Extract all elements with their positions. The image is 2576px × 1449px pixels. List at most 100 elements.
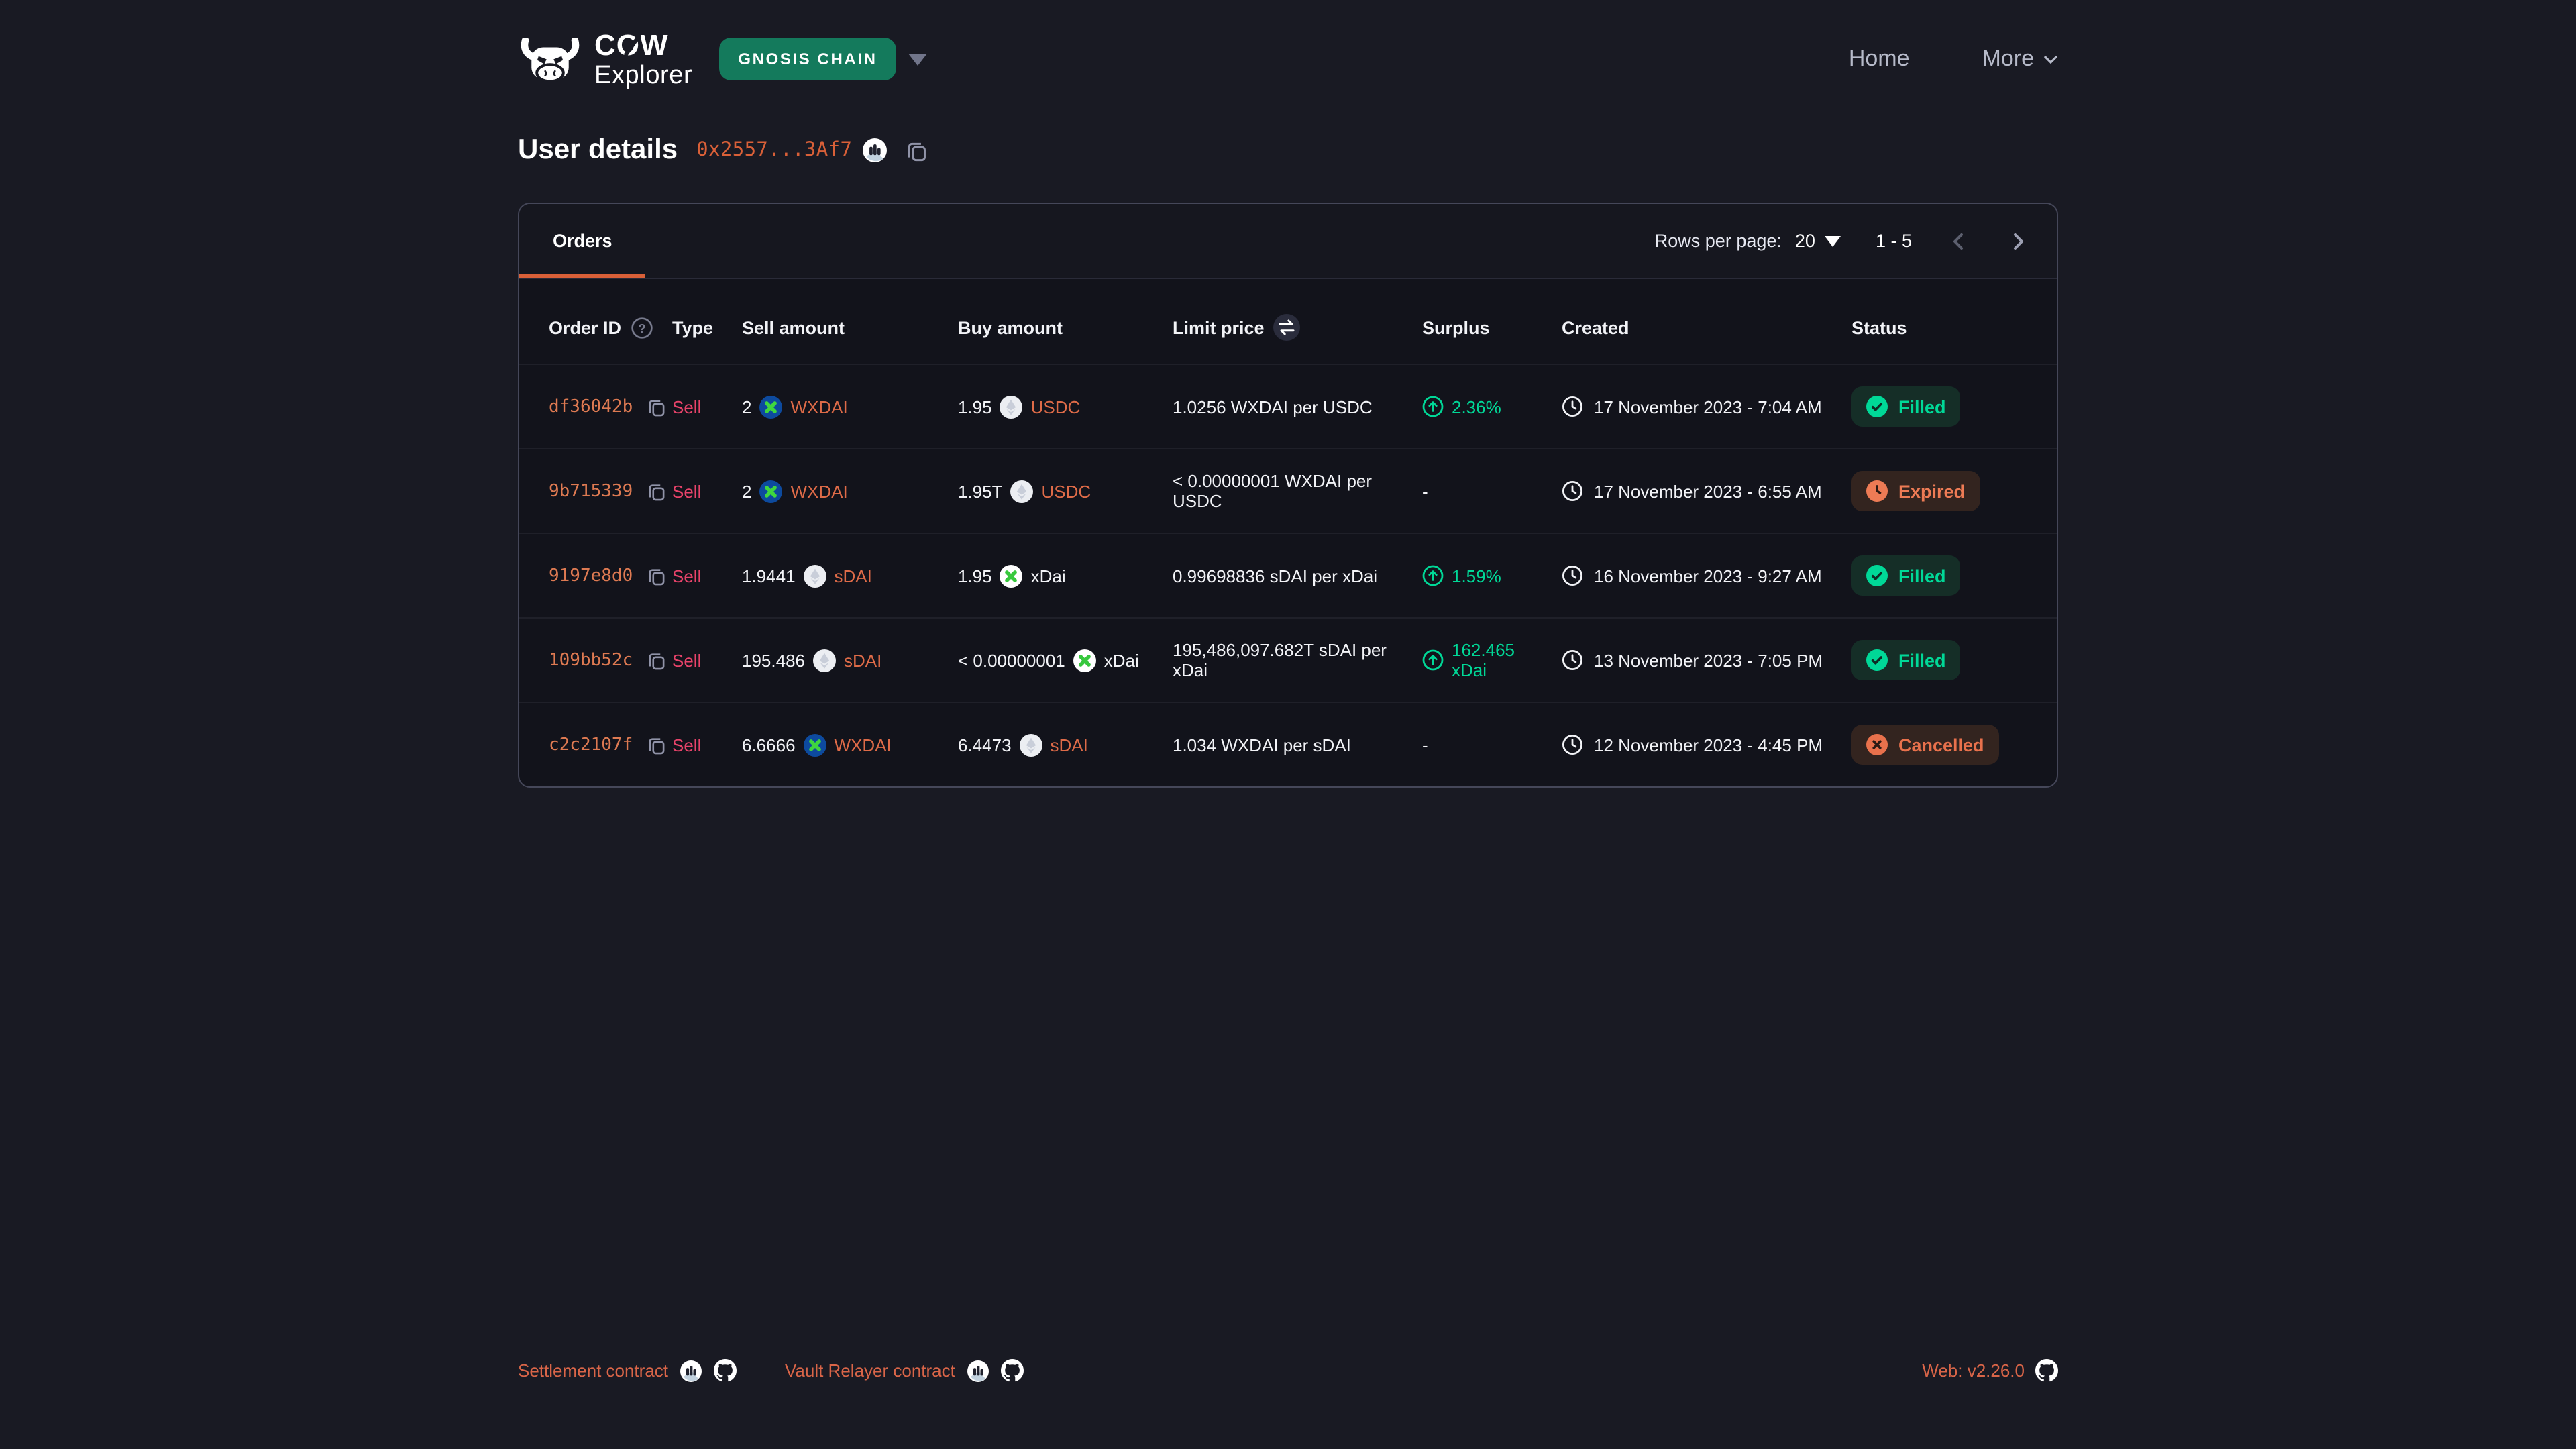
brand-logo[interactable]: COW Explorer xyxy=(518,30,692,88)
github-icon[interactable] xyxy=(1001,1359,1024,1382)
help-icon[interactable]: ? xyxy=(631,316,653,339)
user-address[interactable]: 0x2557...3Af7 xyxy=(696,140,852,161)
buy-amount: 6.4473 xyxy=(958,735,1012,755)
next-page-button[interactable] xyxy=(2006,229,2030,253)
svg-text:?: ? xyxy=(638,321,646,335)
chevron-down-icon xyxy=(908,53,927,65)
nav-home[interactable]: Home xyxy=(1849,46,1910,72)
generic-token-icon xyxy=(1020,733,1042,756)
wxdai-token-icon xyxy=(804,733,826,756)
buy-token-link[interactable]: sDAI xyxy=(1051,735,1088,755)
xdai-token-icon xyxy=(1000,564,1023,587)
filled-check-icon xyxy=(1866,565,1888,586)
created-date: 16 November 2023 - 9:27 AM xyxy=(1594,566,1822,586)
previous-page-button[interactable] xyxy=(1947,229,1971,253)
footer: Settlement contract Vault Relayer contra… xyxy=(0,1359,2576,1449)
generic-token-icon xyxy=(804,564,826,587)
rows-per-page-label: Rows per page: xyxy=(1655,231,1782,251)
clock-icon xyxy=(1562,734,1583,755)
sell-amount: 1.9441 xyxy=(742,566,796,586)
xdai-token-icon xyxy=(1073,649,1096,672)
sell-token-link[interactable]: WXDAI xyxy=(790,396,847,417)
created-date: 17 November 2023 - 6:55 AM xyxy=(1594,481,1822,501)
limit-price: 0.99698836 sDAI per xDai xyxy=(1173,566,1377,586)
sell-token-link[interactable]: WXDAI xyxy=(790,481,847,501)
github-icon[interactable] xyxy=(714,1359,737,1382)
buy-amount: < 0.00000001 xyxy=(958,650,1065,670)
expired-clock-icon xyxy=(1866,480,1888,502)
table-row[interactable]: c2c2107f Sell 6.6666 WXDAI 6.4473 sDAI 1… xyxy=(519,702,2057,786)
cow-explorer-app: COW Explorer GNOSIS CHAIN Home More User… xyxy=(0,0,2576,1449)
settlement-contract-link[interactable]: Settlement contract xyxy=(518,1360,668,1381)
surplus-value: - xyxy=(1422,735,1428,755)
copy-icon[interactable] xyxy=(646,650,666,670)
tab-orders[interactable]: Orders xyxy=(519,204,646,278)
col-created: Created xyxy=(1562,279,1851,364)
status-badge: Expired xyxy=(1851,471,1980,511)
cancelled-x-icon xyxy=(1866,734,1888,755)
table-row[interactable]: 9197e8d0 Sell 1.9441 sDAI 1.95 xDai 0.99… xyxy=(519,533,2057,618)
clock-icon xyxy=(1562,480,1583,502)
table-row[interactable]: df36042b Sell 2 WXDAI 1.95 USDC 1.0256 W… xyxy=(519,364,2057,449)
clock-icon xyxy=(1562,396,1583,417)
surplus-value: - xyxy=(1422,481,1428,501)
table-row[interactable]: 9b715339 Sell 2 WXDAI 1.95T USDC < 0.000… xyxy=(519,449,2057,533)
buy-token-label: xDai xyxy=(1104,650,1139,670)
col-type: Type xyxy=(672,279,742,364)
order-type: Sell xyxy=(672,481,701,501)
clock-icon xyxy=(1562,649,1583,671)
order-id-link[interactable]: c2c2107f xyxy=(549,735,633,755)
col-surplus: Surplus xyxy=(1422,279,1562,364)
surplus-value: 162.465 xDai xyxy=(1452,640,1546,680)
wxdai-token-icon xyxy=(759,395,782,418)
nav-more[interactable]: More xyxy=(1982,46,2058,72)
chain-selector[interactable]: GNOSIS CHAIN xyxy=(719,38,926,80)
surplus-up-icon xyxy=(1422,649,1444,671)
copy-address-icon[interactable] xyxy=(906,139,928,162)
chain-selector-label: GNOSIS CHAIN xyxy=(719,38,896,80)
created-date: 17 November 2023 - 7:04 AM xyxy=(1594,396,1822,417)
vault-relayer-contract-link[interactable]: Vault Relayer contract xyxy=(785,1360,955,1381)
sell-token-link[interactable]: sDAI xyxy=(844,650,881,670)
limit-price: 195,486,097.682T sDAI per xDai xyxy=(1173,640,1387,680)
main-nav: Home More xyxy=(1849,46,2058,72)
main-content: User details 0x2557...3Af7 xyxy=(518,94,2058,788)
copy-icon[interactable] xyxy=(646,481,666,501)
sell-token-link[interactable]: sDAI xyxy=(835,566,872,586)
copy-icon[interactable] xyxy=(646,735,666,755)
explorer-dial-icon[interactable] xyxy=(967,1360,989,1381)
github-icon[interactable] xyxy=(2035,1359,2058,1382)
order-id-link[interactable]: df36042b xyxy=(549,396,633,417)
sell-token-link[interactable]: WXDAI xyxy=(835,735,892,755)
pagination: Rows per page: 20 1 - 5 xyxy=(1655,229,2057,253)
brand-name: COW xyxy=(594,30,672,60)
orders-panel: Orders Rows per page: 20 1 - 5 xyxy=(518,203,2058,788)
table-row[interactable]: 109bb52c Sell 195.486 sDAI < 0.00000001 … xyxy=(519,618,2057,702)
status-badge: Filled xyxy=(1851,555,1961,596)
web-version-label[interactable]: Web: v2.26.0 xyxy=(1922,1360,2025,1381)
order-id-link[interactable]: 9b715339 xyxy=(549,481,633,501)
dropdown-triangle-icon xyxy=(1825,235,1841,246)
generic-token-icon xyxy=(813,649,836,672)
col-buy-amount: Buy amount xyxy=(958,279,1173,364)
order-id-link[interactable]: 109bb52c xyxy=(549,650,633,670)
copy-icon[interactable] xyxy=(646,566,666,586)
order-type: Sell xyxy=(672,735,701,755)
copy-icon[interactable] xyxy=(646,396,666,417)
page-range: 1 - 5 xyxy=(1876,231,1912,251)
brand-subtitle: Explorer xyxy=(594,62,692,88)
sell-amount: 2 xyxy=(742,396,751,417)
buy-token-link[interactable]: USDC xyxy=(1031,396,1081,417)
swap-price-direction-icon[interactable] xyxy=(1274,314,1301,341)
rows-per-page-select[interactable]: 20 xyxy=(1795,231,1841,251)
limit-price: 1.0256 WXDAI per USDC xyxy=(1173,396,1373,417)
buy-amount: 1.95 xyxy=(958,396,992,417)
col-sell-amount: Sell amount xyxy=(742,279,958,364)
buy-token-link[interactable]: USDC xyxy=(1042,481,1091,501)
explorer-dial-icon[interactable] xyxy=(680,1360,702,1381)
order-id-link[interactable]: 9197e8d0 xyxy=(549,566,633,586)
status-badge: Filled xyxy=(1851,640,1961,680)
address-identicon xyxy=(863,138,887,162)
col-status: Status xyxy=(1851,279,2057,364)
status-badge: Cancelled xyxy=(1851,724,1999,765)
